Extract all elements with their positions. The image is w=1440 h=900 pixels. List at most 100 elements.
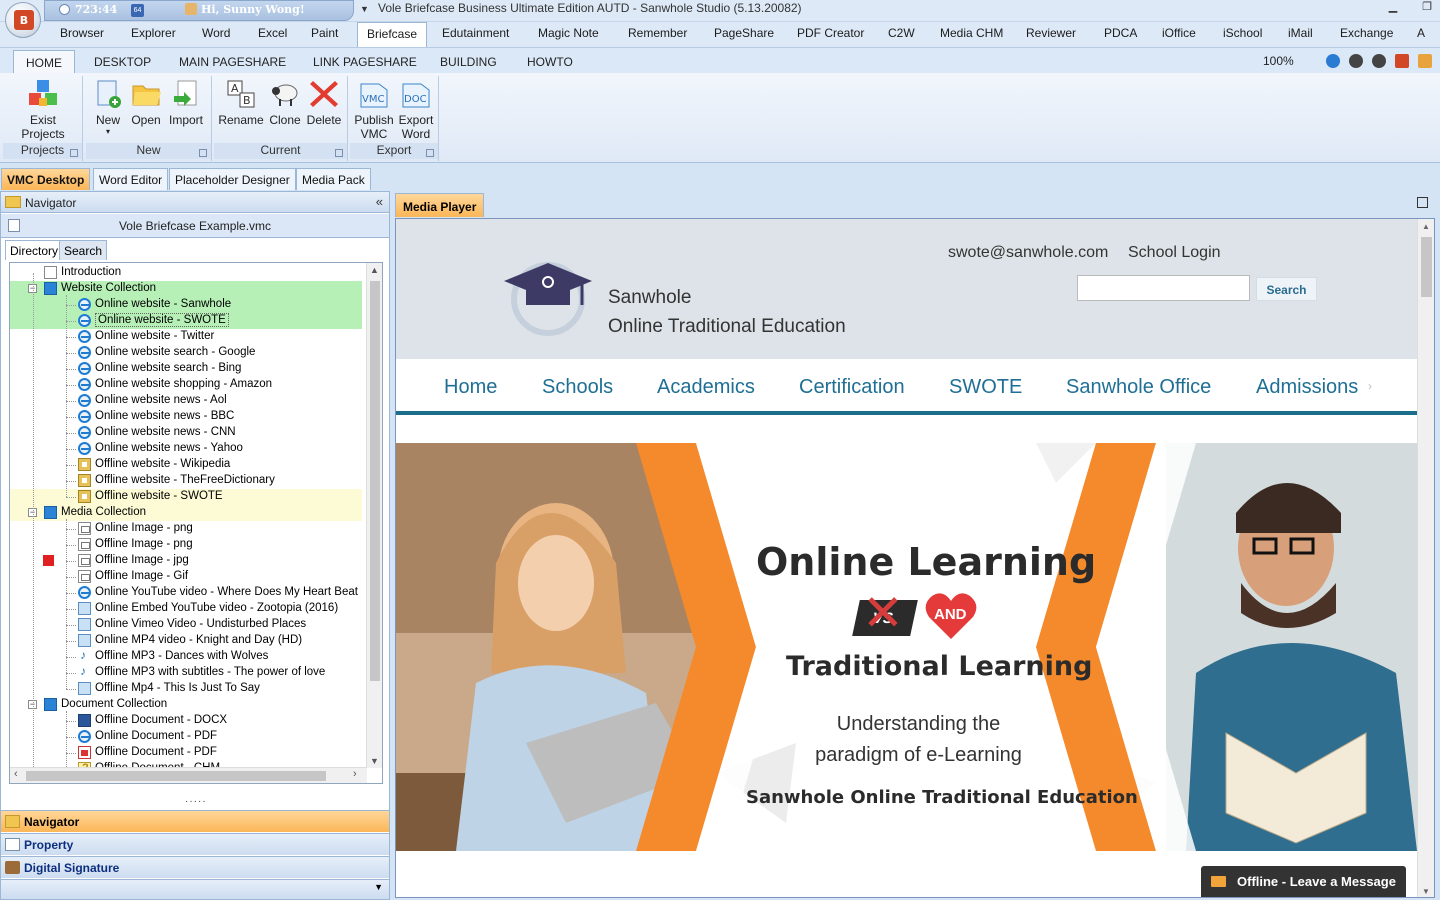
forward-arrow-icon[interactable] [1372, 54, 1386, 68]
user-greeting[interactable]: Hi, Sunny Wong! [185, 3, 305, 16]
tree-item[interactable]: Online YouTube video - Where Does My Hea… [10, 585, 362, 601]
tree-item[interactable]: Online website shopping - Amazon [10, 377, 362, 393]
office-icon[interactable] [1395, 54, 1409, 68]
tree-item[interactable]: Online website news - CNN [10, 425, 362, 441]
collapse-pane-icon[interactable]: « [376, 194, 383, 209]
app-tab-pdca[interactable]: PDCA [1104, 26, 1137, 40]
app-tab-browser[interactable]: Browser [60, 26, 104, 40]
tab-directory[interactable]: Directory [5, 240, 64, 260]
restore-window-icon[interactable] [1417, 197, 1428, 208]
new-launcher-icon[interactable] [199, 149, 207, 157]
site-email-link[interactable]: swote@sanwhole.com [948, 244, 1108, 262]
tree-folder[interactable]: − Media Collection [10, 505, 362, 521]
app-tab-c2w[interactable]: C2W [888, 26, 915, 40]
tree-item[interactable]: Online website news - Aol [10, 393, 362, 409]
web-vertical-scrollbar[interactable]: ▲ ▼ [1417, 219, 1434, 897]
restore-icon[interactable]: ❐ [1420, 0, 1434, 13]
qat-dropdown-icon[interactable]: ▼ [360, 4, 369, 14]
app-tab-edutainment[interactable]: Edutainment [442, 26, 509, 40]
doc-tab-placeholder-designer[interactable]: Placeholder Designer [169, 168, 296, 190]
accordion-navigator[interactable]: Navigator [1, 810, 389, 832]
site-nav-home[interactable]: Home [444, 376, 497, 399]
app-orb-button[interactable]: B [5, 2, 41, 38]
site-nav-admissions[interactable]: Admissions [1256, 376, 1358, 399]
app-tab-paint[interactable]: Paint [311, 26, 338, 40]
doc-tab-media-pack[interactable]: Media Pack [296, 168, 371, 190]
tree-item[interactable]: Online website search - Bing [10, 361, 362, 377]
site-nav-swote[interactable]: SWOTE [949, 376, 1022, 399]
tree-folder[interactable]: − Website Collection [10, 281, 362, 297]
tree-vertical-scrollbar[interactable]: ▲ ▼ [366, 263, 382, 768]
tree-item[interactable]: Offline website - SWOTE [10, 489, 362, 505]
app-tab-reviewer[interactable]: Reviewer [1026, 26, 1076, 40]
tree-item[interactable]: Offline website - TheFreeDictionary [10, 473, 362, 489]
app-tab-exchange[interactable]: Exchange [1340, 26, 1393, 40]
rename-button[interactable]: AB Rename [218, 78, 264, 127]
delete-button[interactable]: Delete [304, 78, 344, 127]
current-launcher-icon[interactable] [335, 149, 343, 157]
ribbon-tab-howto[interactable]: HOWTO [527, 55, 573, 69]
web-scroll-down-icon[interactable]: ▼ [1422, 887, 1430, 896]
accordion-property[interactable]: Property [1, 833, 389, 855]
scroll-down-icon[interactable]: ▼ [370, 756, 379, 766]
app-tab-explorer[interactable]: Explorer [131, 26, 176, 40]
tree-item[interactable]: Online website search - Google [10, 345, 362, 361]
tree-item[interactable]: Online Vimeo Video - Undisturbed Places [10, 617, 362, 633]
accordion-overflow[interactable]: ▼ [1, 879, 389, 899]
tree-item[interactable]: Offline Document - PDF [10, 745, 362, 761]
tree-item[interactable]: Offline Mp4 - This Is Just To Say [10, 681, 362, 697]
globe-icon[interactable] [1326, 54, 1340, 68]
nav-more-icon[interactable]: › [1368, 379, 1372, 393]
ribbon-tab-main-pageshare[interactable]: MAIN PAGESHARE [179, 55, 286, 69]
site-nav-certification[interactable]: Certification [799, 376, 905, 399]
ribbon-tab-building[interactable]: BUILDING [440, 55, 497, 69]
app-tab-pdf-creator[interactable]: PDF Creator [797, 26, 864, 40]
app-tab-briefcase[interactable]: Briefcase [357, 22, 428, 47]
tree-folder[interactable]: − Document Collection [10, 697, 362, 713]
ribbon-tab-desktop[interactable]: DESKTOP [94, 55, 151, 69]
app-tab-media-chm[interactable]: Media CHM [940, 26, 1003, 40]
tree-hscroll-thumb[interactable] [26, 771, 326, 781]
site-search-input[interactable] [1077, 275, 1250, 301]
export-word-button[interactable]: DOC Export Word [394, 78, 438, 141]
back-arrow-icon[interactable] [1349, 54, 1363, 68]
help-icon[interactable] [1418, 54, 1432, 68]
scroll-right-icon[interactable]: › [353, 768, 357, 780]
tree-item[interactable]: Offline website - Wikipedia [10, 457, 362, 473]
publish-vmc-button[interactable]: VMC Publish VMC [352, 78, 396, 141]
tree-item[interactable]: Offline Image - png [10, 537, 362, 553]
accordion-digital-signature[interactable]: Digital Signature [1, 856, 389, 878]
ribbon-tab-link-pageshare[interactable]: LINK PAGESHARE [313, 55, 417, 69]
tree-scroll-thumb[interactable] [370, 281, 380, 681]
doc-tab-vmc-desktop[interactable]: VMC Desktop [1, 168, 91, 190]
tree-item[interactable]: Online MP4 video - Knight and Day (HD) [10, 633, 362, 649]
app-tab-imail[interactable]: iMail [1288, 26, 1313, 40]
doc-tab-word-editor[interactable]: Word Editor [93, 168, 169, 190]
tree-folder[interactable]: Introduction [10, 265, 362, 281]
tree-item[interactable]: Online Embed YouTube video - Zootopia (2… [10, 601, 362, 617]
site-nav-schools[interactable]: Schools [542, 376, 613, 399]
app-tab-word[interactable]: Word [202, 26, 230, 40]
tree-item[interactable]: Offline MP3 with subtitles - The power o… [10, 665, 362, 681]
tree-item[interactable]: Offline Document - DOCX [10, 713, 362, 729]
web-scroll-thumb[interactable] [1421, 237, 1432, 297]
tree-item[interactable]: Online Document - PDF [10, 729, 362, 745]
app-tab-remember[interactable]: Remember [628, 26, 687, 40]
tree-item[interactable]: Online website - Twitter [10, 329, 362, 345]
app-tab-ischool[interactable]: iSchool [1223, 26, 1262, 40]
school-login-link[interactable]: School Login [1128, 244, 1221, 262]
app-tab-magic-note[interactable]: Magic Note [538, 26, 599, 40]
zoom-level[interactable]: 100% [1263, 54, 1294, 68]
site-nav-academics[interactable]: Academics [657, 376, 755, 399]
app-tab-ioffice[interactable]: iOffice [1162, 26, 1196, 40]
tree-item[interactable]: Online Image - png [10, 521, 362, 537]
tree-item[interactable]: Online website news - Yahoo [10, 441, 362, 457]
tab-search[interactable]: Search [59, 240, 108, 260]
import-button[interactable]: Import [166, 78, 206, 127]
tree-item[interactable]: Offline Image - jpg [10, 553, 362, 569]
tree-item[interactable]: Offline Image - Gif [10, 569, 362, 585]
app-tab-excel[interactable]: Excel [258, 26, 287, 40]
scroll-left-icon[interactable]: ‹ [14, 768, 18, 780]
site-nav-sanwhole-office[interactable]: Sanwhole Office [1066, 376, 1211, 399]
projects-launcher-icon[interactable] [70, 149, 78, 157]
